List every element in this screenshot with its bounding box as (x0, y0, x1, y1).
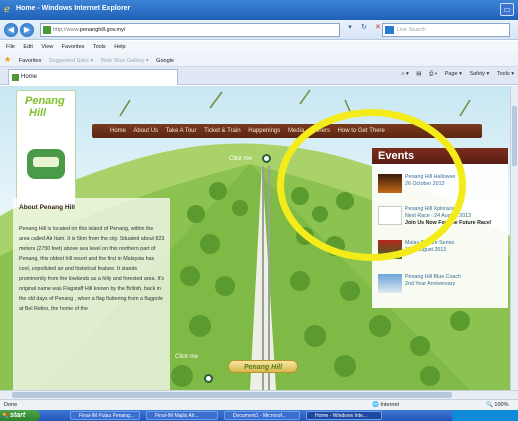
nav-happenings[interactable]: Happenings (248, 128, 280, 134)
event-item[interactable]: Penang Hill Blue Coach 2nd Year Anniversa… (378, 272, 506, 298)
dropdown-arrow-icon[interactable]: ▾ (344, 23, 356, 31)
url-input[interactable]: http://www.penanghill.gov.my/ (40, 23, 340, 37)
penang-hill-banner[interactable]: Penang Hill (228, 360, 298, 373)
print-icon[interactable]: ⎙ ▾ (429, 71, 437, 77)
nav-ticket-train[interactable]: Ticket & Train (204, 128, 240, 134)
scroll-thumb[interactable] (512, 106, 517, 166)
zoom-level[interactable]: 🔍 100% (486, 400, 508, 410)
command-bar: ⌂ ▾ ▤ ⎙ ▾ Page ▾ Safety ▾ Tools ▾ (395, 71, 514, 78)
taskbar-item[interactable]: Final-IM Pulau Penang... (70, 411, 140, 420)
url-prefix: http://www. (53, 27, 80, 33)
menu-view[interactable]: View (41, 44, 53, 50)
window-titlebar: ℯ Home - Windows Internet Explorer ▭ (0, 0, 518, 20)
taskbar-item[interactable]: Final-IM Majlis Ah... (146, 411, 218, 420)
search-input[interactable]: Live Search (382, 23, 510, 37)
window-control-button[interactable]: ▭ (500, 3, 514, 16)
tab-row: Home ⌂ ▾ ▤ ⎙ ▾ Page ▾ Safety ▾ Tools ▾ (0, 67, 518, 85)
menu-tools[interactable]: Tools (93, 44, 106, 50)
system-tray (452, 410, 518, 421)
tab-home[interactable]: Home (8, 69, 178, 85)
event-thumbnail (378, 274, 402, 293)
forward-button[interactable]: ▶ (20, 23, 34, 37)
favorites-star-icon[interactable]: ★ (4, 55, 11, 64)
security-zone: 🌐 Internet (372, 402, 400, 408)
about-title: About Penang Hill (19, 204, 75, 211)
windows-taskbar: start Final-IM Pulau Penang... Final-IM … (0, 410, 518, 421)
taskbar-item-active[interactable]: Home - Windows Inte... (306, 411, 382, 420)
favorite-suggested-sites[interactable]: Suggested Sites ▾ (49, 58, 93, 64)
refresh-icon[interactable]: ↻ (358, 23, 370, 31)
highlight-circle (277, 109, 466, 261)
tools-menu[interactable]: Tools ▾ (497, 71, 514, 77)
event-title: Penang Hill Blue Coach (405, 274, 461, 280)
favorites-bar: ★ Favorites Suggested Sites ▾ Web Slice … (0, 53, 518, 67)
logo-text-hill: Hill (29, 107, 47, 119)
page-menu[interactable]: Page ▾ (445, 71, 462, 77)
back-button[interactable]: ◀ (4, 23, 18, 37)
nav-take-a-tour[interactable]: Take A Tour (166, 128, 197, 134)
web-page: Penang Hill Home About Us Take A Tour Ti… (0, 86, 510, 390)
favorite-web-slice-gallery[interactable]: Web Slice Gallery ▾ (101, 58, 149, 64)
vertical-scrollbar[interactable] (510, 86, 518, 390)
nav-about-us[interactable]: About Us (133, 128, 158, 134)
feeds-icon[interactable]: ▤ (416, 71, 421, 77)
status-bar: Done 🌐 Internet 🔍 100% (0, 399, 518, 410)
tab-favicon-icon (12, 74, 19, 81)
menu-help[interactable]: Help (114, 44, 125, 50)
info-marker-icon[interactable] (204, 374, 213, 383)
window-title: Home - Windows Internet Explorer (16, 5, 131, 12)
event-date: 2nd Year Anniversary (405, 281, 456, 287)
address-bar: ◀ ▶ http://www.penanghill.gov.my/ ▾ ↻ ✕ … (0, 20, 518, 40)
about-text: Penang Hill is located on this island of… (19, 226, 165, 312)
zone-label: Internet (380, 402, 400, 408)
taskbar-item[interactable]: Document1 - Microsof... (224, 411, 300, 420)
favorites-button[interactable]: Favorites (19, 58, 42, 64)
live-search-icon (385, 26, 394, 34)
search-placeholder: Live Search (397, 27, 427, 33)
start-button[interactable]: start (0, 410, 40, 421)
menu-edit[interactable]: Edit (23, 44, 32, 50)
ie-logo-icon: ℯ (4, 4, 10, 15)
penang-hill-logo[interactable]: Penang Hill (16, 90, 76, 208)
nav-home[interactable]: Home (110, 128, 126, 134)
click-me-label-top[interactable]: Click me (229, 156, 252, 162)
click-me-label-bottom[interactable]: Click me (175, 354, 198, 360)
map-marker-icon[interactable] (262, 154, 271, 163)
menu-bar: File Edit View Favorites Tools Help (0, 41, 518, 53)
url-host: penanghill.gov.my/ (79, 27, 126, 33)
favorite-google[interactable]: Google (156, 58, 174, 64)
scroll-thumb[interactable] (12, 392, 452, 398)
menu-favorites[interactable]: Favorites (62, 44, 85, 50)
about-panel: About Penang Hill Penang Hill is located… (13, 198, 170, 390)
site-favicon-icon (43, 26, 51, 34)
menu-file[interactable]: File (6, 44, 15, 50)
zoom-value: 100% (494, 402, 509, 408)
home-icon[interactable]: ⌂ ▾ (401, 71, 409, 77)
status-text: Done (4, 402, 18, 408)
logo-text-penang: Penang (25, 95, 65, 107)
funicular-train-icon (27, 149, 65, 179)
tab-label: Home (21, 74, 38, 80)
horizontal-scrollbar[interactable] (0, 390, 518, 399)
safety-menu[interactable]: Safety ▾ (469, 71, 489, 77)
